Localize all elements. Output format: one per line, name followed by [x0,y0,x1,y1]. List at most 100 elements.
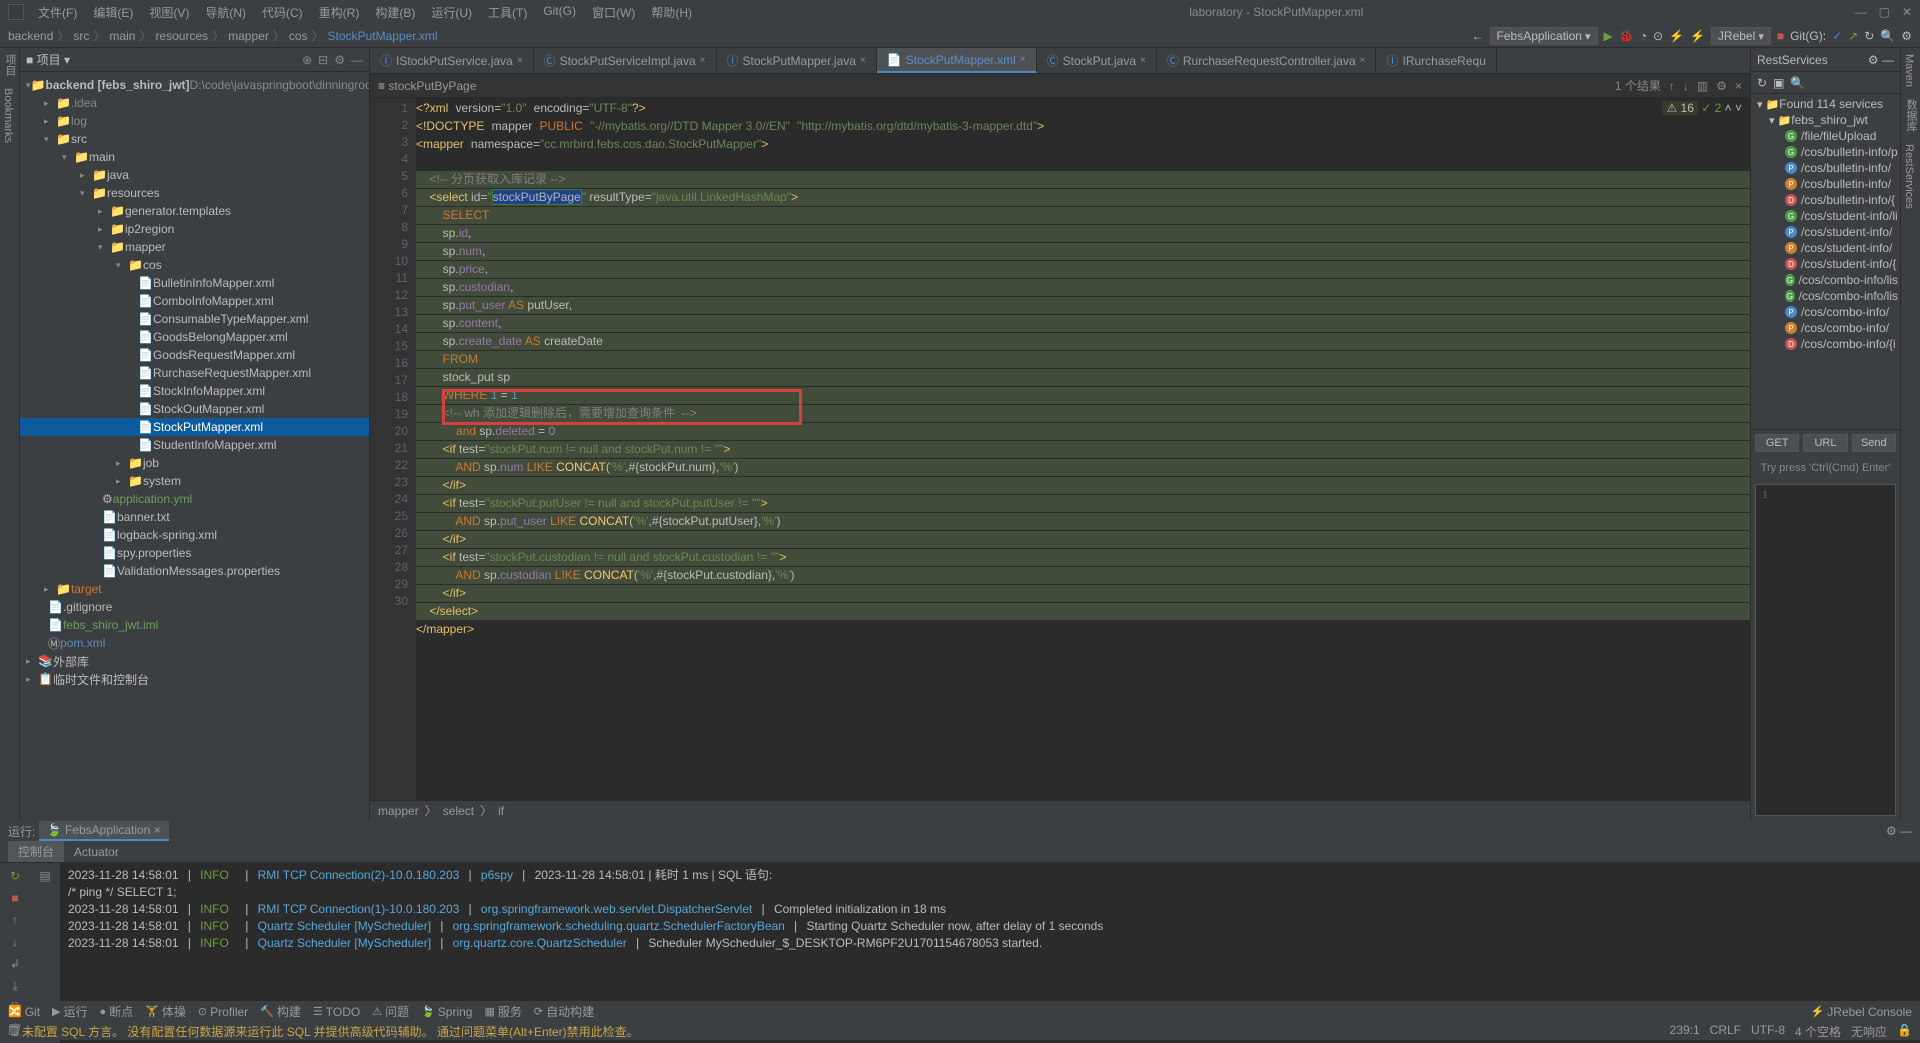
tree-file[interactable]: 📄 StudentInfoMapper.xml [20,436,369,454]
tree-file[interactable]: 📄 StockInfoMapper.xml [20,382,369,400]
cursor-position[interactable]: 239:1 [1670,1023,1700,1040]
crumb[interactable]: main [109,29,135,43]
gear-icon[interactable]: ⚙ — [1886,824,1912,838]
tree-dir[interactable]: ▸📁 system [20,472,369,490]
run-config-tab[interactable]: 🍃 FebsApplication × [39,821,169,841]
down-icon[interactable]: ↓ [6,933,24,951]
inspection-widget[interactable]: ⚠ 16 ✓ 2 ˄ ˅ [1662,100,1742,117]
search-icon[interactable]: 🔍 [1790,76,1805,90]
profile-icon[interactable]: ⊙ [1653,29,1663,43]
menu-view[interactable]: 视图(V) [143,2,195,23]
wrap-icon[interactable]: ↲ [6,955,24,973]
crumb[interactable]: backend [8,29,53,43]
gear-icon[interactable]: ⚙ — [1868,53,1894,67]
rest-endpoint[interactable]: P/cos/bulletin-info/ [1753,176,1898,192]
tree-file[interactable]: 📄 .gitignore [20,598,369,616]
coverage-icon[interactable]: ◔ [1640,29,1647,43]
tree-dir[interactable]: ▸📁 java [20,166,369,184]
bookmarks-tool-tab[interactable]: Bookmarks [0,82,16,149]
jrebel-dropdown[interactable]: JRebel ▾ [1711,27,1771,45]
status-extra[interactable]: 无响应 [1851,1023,1887,1040]
filter-icon[interactable]: ⚙ [1716,79,1727,93]
rest-endpoint[interactable]: D/cos/bulletin-info/{ [1753,192,1898,208]
maven-tool-tab[interactable]: Maven [1901,48,1917,93]
rest-endpoint[interactable]: P/cos/combo-info/ [1753,320,1898,336]
tree-file[interactable]: Ⓜ pom.xml [20,634,369,652]
rest-endpoint[interactable]: D/cos/student-info/{ [1753,256,1898,272]
indent[interactable]: 4 个空格 [1795,1023,1841,1040]
tab[interactable]: ⒾIRurchaseRequ [1376,48,1496,73]
tree-file[interactable]: ⚙ application.yml [20,490,369,508]
tab[interactable]: ⒾIStockPutService.java× [370,48,534,73]
tree-dir[interactable]: ▾📁 mapper [20,238,369,256]
menu-help[interactable]: 帮助(H) [645,2,698,23]
method-button[interactable]: GET [1755,434,1799,452]
tree-dir[interactable]: ▾📁 src [20,130,369,148]
rest-root[interactable]: ▾ 📁 Found 114 services [1753,96,1898,112]
rest-tool-tab[interactable]: RestServices [1901,138,1917,215]
menu-build[interactable]: 构建(B) [369,2,421,23]
send-button[interactable]: Send [1852,434,1896,452]
rerun-icon[interactable]: ↻ [6,867,24,885]
tree-dir[interactable]: ▸📁 target [20,580,369,598]
tab[interactable]: ⒸStockPutServiceImpl.java× [534,48,717,73]
git-update-icon[interactable]: ✓ [1832,29,1842,43]
hide-icon[interactable]: — [351,53,363,67]
tree-file[interactable]: 📄 ValidationMessages.properties [20,562,369,580]
profiler-tool[interactable]: ⊙ Profiler [198,1005,248,1019]
run-icon[interactable]: ▶ [1604,29,1613,43]
build-tool[interactable]: 🔨 构建 [260,1003,301,1020]
close-icon[interactable]: ✕ [1902,5,1912,19]
git-commit-icon[interactable]: ↗ [1848,29,1858,43]
next-icon[interactable]: ↓ [1683,79,1689,93]
tab[interactable]: ⒾStockPutMapper.java× [717,48,877,73]
tree-root[interactable]: ▾📁 backend [febs_shiro_jwt] D:\code\java… [20,76,369,94]
jrebel-console-tool[interactable]: ⚡ JRebel Console [1811,1005,1912,1019]
rest-tree[interactable]: ▾ 📁 Found 114 services ▾ 📁 febs_shiro_jw… [1751,94,1900,429]
scroll-icon[interactable]: ⤓ [6,977,24,995]
jrebel-debug-icon[interactable]: ⚡ [1690,29,1705,43]
crumb[interactable]: select [443,804,474,818]
rest-endpoint[interactable]: D/cos/combo-info/{i [1753,336,1898,352]
rest-output[interactable]: 1 [1755,484,1896,817]
crumb[interactable]: mapper [378,804,419,818]
rest-endpoint[interactable]: G/cos/student-info/li [1753,208,1898,224]
tree-scratches[interactable]: ▸📋 临时文件和控制台 [20,670,369,688]
tree-dir[interactable]: ▸📁 generator.templates [20,202,369,220]
stop-icon[interactable]: ■ [6,889,24,907]
jrebel-run-icon[interactable]: ⚡ [1669,29,1684,43]
git-push-icon[interactable]: ↻ [1864,29,1874,43]
menu-edit[interactable]: 编辑(E) [87,2,139,23]
tree-dir[interactable]: ▸📁 .idea [20,94,369,112]
rest-endpoint[interactable]: P/cos/student-info/ [1753,240,1898,256]
maximize-icon[interactable]: ▢ [1879,5,1890,19]
close-find-icon[interactable]: × [1735,79,1742,93]
crumb[interactable]: cos [289,29,308,43]
layout-icon[interactable]: ▤ [36,867,54,885]
tree-file[interactable]: 📄 StockOutMapper.xml [20,400,369,418]
rest-endpoint[interactable]: G/file/fileUpload [1753,128,1898,144]
crumb[interactable]: mapper [228,29,269,43]
git-tool[interactable]: 🔀 Git [8,1005,40,1019]
menu-tools[interactable]: 工具(T) [482,2,533,23]
settings-icon[interactable]: ⚙ [1901,29,1912,43]
actuator-tab[interactable]: Actuator [64,843,129,861]
autobuild-tool[interactable]: ⟳ 自动构建 [534,1003,594,1020]
rest-project[interactable]: ▾ 📁 febs_shiro_jwt [1753,112,1898,128]
rest-endpoint[interactable]: G/cos/combo-info/lis [1753,272,1898,288]
minimize-icon[interactable]: — [1855,5,1867,19]
gym-tool[interactable]: 🏋 体操 [145,1003,186,1020]
refresh-icon[interactable]: ↻ [1757,76,1767,90]
tree-file[interactable]: 📄 logback-spring.xml [20,526,369,544]
tree-dir[interactable]: ▾📁 main [20,148,369,166]
problems-tool[interactable]: ⚠ 问题 [372,1003,409,1020]
tree-file[interactable]: 📄 ConsumableTypeMapper.xml [20,310,369,328]
lock-icon[interactable]: 🔒 [1897,1023,1912,1040]
tree-file[interactable]: 📄 GoodsBelongMapper.xml [20,328,369,346]
tree-file[interactable]: 📄 banner.txt [20,508,369,526]
current-method[interactable]: stockPutByPage [388,79,476,93]
stop-icon[interactable]: ■ [1777,29,1784,43]
crumb[interactable]: if [498,804,504,818]
structure-icon[interactable]: ≡ [378,79,385,93]
menu-window[interactable]: 窗口(W) [586,2,641,23]
